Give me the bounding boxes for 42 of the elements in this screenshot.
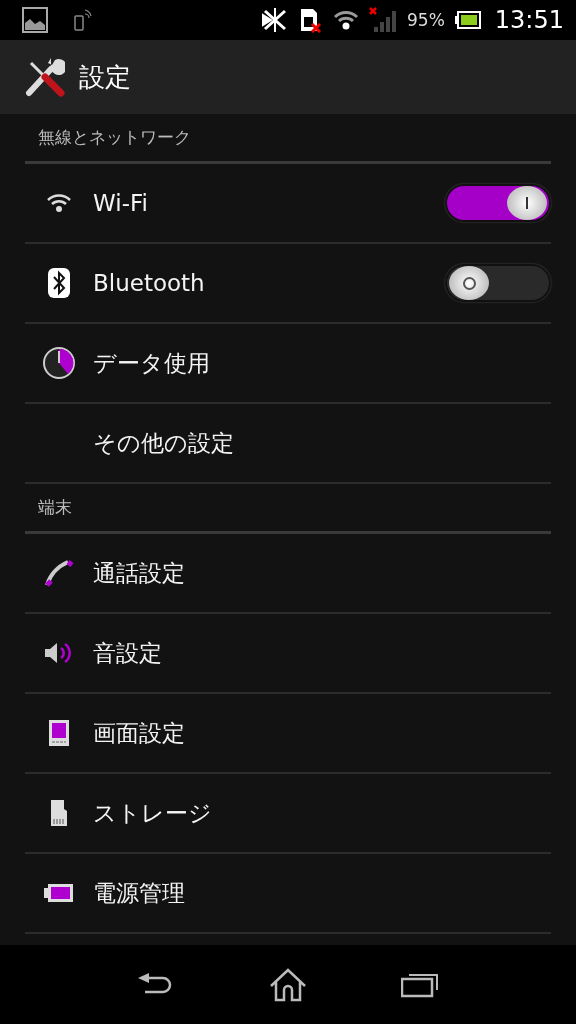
setting-label: ストレージ [93,798,213,828]
toggle-switch[interactable] [445,264,551,302]
recent-apps-icon[interactable] [401,971,439,998]
settings-item[interactable]: Wi-Fi [25,164,551,244]
settings-item[interactable]: その他の設定 [25,404,551,484]
sim-error-icon [299,7,324,33]
setting-label: データ使用 [93,348,211,378]
home-icon[interactable] [269,967,307,1002]
setting-label: 通話設定 [93,558,186,588]
settings-item[interactable]: 電源管理 [25,854,551,934]
battery-icon [454,11,481,29]
screen-title: 設定 [79,60,131,94]
settings-item[interactable]: 通話設定 [25,534,551,614]
setting-label: 画面設定 [93,718,186,748]
setting-label: Wi-Fi [93,190,149,216]
setting-label: Bluetooth [93,270,206,296]
tools-icon [25,57,65,97]
settings-item[interactable]: Bluetooth [25,244,551,324]
phone-signal-icon [74,9,92,31]
data-usage-icon [42,346,76,380]
wifi-icon [333,9,360,31]
toggle-switch[interactable] [445,184,551,222]
settings-item[interactable]: 音設定 [25,614,551,694]
signal-icon [369,7,398,33]
settings-item[interactable]: 画面設定 [25,694,551,774]
settings-item[interactable]: データ使用 [25,324,551,404]
setting-label: 音設定 [93,638,163,668]
wifi-icon [46,193,72,213]
gallery-icon [22,7,48,33]
speaker-icon [44,641,74,665]
settings-item[interactable]: ストレージ [25,774,551,854]
section-header: 無線とネットワーク [38,126,191,149]
clock: 13:51 [494,6,564,34]
setting-label: その他の設定 [93,428,235,458]
battery-percent: 95% [407,10,445,30]
setting-label: 電源管理 [93,878,186,908]
section-header: 端末 [38,496,72,519]
bluetooth-icon [48,268,70,298]
memory-card-icon [50,799,68,827]
display-icon [48,719,70,747]
phone-handset-icon [44,559,74,587]
battery-icon [44,883,74,903]
